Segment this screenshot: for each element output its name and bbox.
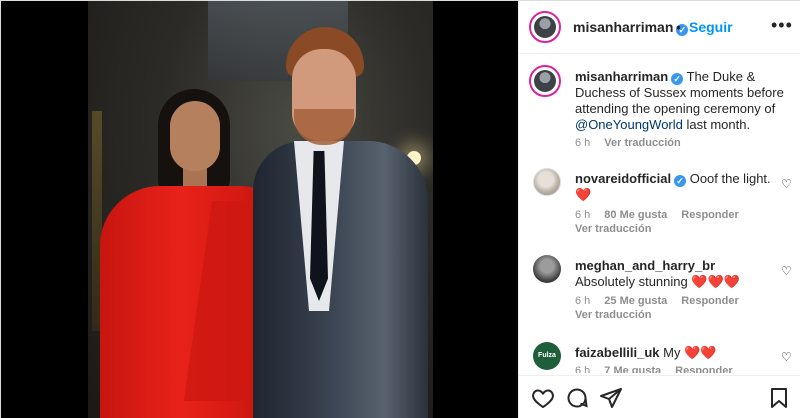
post-header: misanharriman ✓ • Seguir •••	[519, 1, 800, 54]
comment-likes[interactable]: 80 Me gusta	[604, 209, 667, 221]
comment-avatar[interactable]	[533, 168, 561, 196]
caption-mention-link[interactable]: @OneYoungWorld	[575, 117, 683, 132]
photo-scene	[88, 1, 433, 418]
like-comment-icon[interactable]: ♡	[781, 264, 793, 278]
woman-face	[170, 101, 220, 171]
translate-link[interactable]: Ver traducción	[575, 309, 651, 321]
header-avatar[interactable]	[529, 11, 561, 43]
comment-meta: 6 h 80 Me gusta Responder	[575, 209, 753, 221]
caption-avatar[interactable]	[529, 65, 561, 97]
comment-time[interactable]: 6 h	[575, 209, 590, 221]
header-username-text[interactable]: misanharriman	[573, 19, 673, 35]
comment-username[interactable]: faizabellili_uk	[575, 345, 660, 360]
instagram-post-frame: misanharriman ✓ • Seguir ••• misanharrima…	[0, 0, 800, 418]
comment-translate: Ver traducción	[575, 309, 665, 321]
like-comment-icon[interactable]: ♡	[781, 177, 793, 191]
caption-body-end: last month.	[682, 117, 751, 132]
comment-text: meghan_and_harry_br Absolutely stunning …	[575, 258, 775, 290]
comment-icon[interactable]	[565, 386, 589, 410]
heart-icon[interactable]	[531, 386, 555, 410]
header-username[interactable]: misanharriman ✓	[573, 19, 689, 36]
verified-badge-icon: ✓	[671, 73, 684, 85]
reply-button[interactable]: Responder	[681, 209, 738, 221]
header-separator: •	[676, 19, 681, 35]
man-suit	[253, 141, 428, 418]
share-icon[interactable]	[599, 386, 623, 410]
caption-text: misanharriman ✓ The Duke & Duchess of Sus…	[575, 69, 785, 133]
comment-body: Ooof the light.	[689, 171, 771, 186]
comment-body: Absolutely stunning	[575, 274, 688, 289]
verified-badge-icon: ✓	[674, 175, 687, 187]
like-comment-icon[interactable]: ♡	[781, 350, 793, 364]
post-photo[interactable]	[1, 1, 518, 418]
caption-time[interactable]: 6 h	[575, 137, 590, 149]
comment-time[interactable]: 6 h	[575, 295, 590, 307]
comments-section[interactable]: misanharriman ✓ The Duke & Duchess of Sus…	[519, 55, 800, 373]
comment-time[interactable]: 6 h	[575, 365, 590, 373]
comment-body: My	[663, 345, 681, 360]
comment-text: faizabellili_uk My ❤️❤️	[575, 345, 775, 361]
comment-avatar[interactable]	[533, 255, 561, 283]
bookmark-icon[interactable]	[767, 386, 791, 410]
comment-likes[interactable]: 7 Me gusta	[604, 365, 661, 373]
comment-meta: 6 h 7 Me gusta Responder	[575, 365, 747, 373]
heart-emoji: ❤️❤️❤️	[691, 274, 740, 289]
heart-emoji: ❤️❤️	[684, 345, 717, 360]
post-side-panel: misanharriman ✓ • Seguir ••• misanharrima…	[518, 1, 800, 418]
translate-link[interactable]: Ver traducción	[575, 223, 651, 235]
comment-avatar[interactable]: Fulza	[533, 342, 561, 370]
caption-username[interactable]: misanharriman	[575, 69, 668, 84]
caption-translate-link[interactable]: Ver traducción	[604, 137, 680, 149]
heart-emoji: ❤️	[575, 187, 592, 202]
comment-translate: Ver traducción	[575, 223, 665, 235]
caption-meta: 6 h Ver traducción	[575, 137, 695, 149]
man-beard	[294, 109, 354, 145]
reply-button[interactable]: Responder	[681, 295, 738, 307]
comment-meta: 6 h 25 Me gusta Responder	[575, 295, 753, 307]
reply-button[interactable]: Responder	[675, 365, 732, 373]
follow-button[interactable]: Seguir	[689, 19, 733, 35]
comment-username[interactable]: meghan_and_harry_br	[575, 258, 715, 273]
comment-text: novareidofficial ✓ Ooof the light. ❤️	[575, 171, 775, 203]
comment-username[interactable]: novareidofficial	[575, 171, 671, 186]
post-actions-bar	[519, 375, 800, 418]
comment-likes[interactable]: 25 Me gusta	[604, 295, 667, 307]
more-options-icon[interactable]: •••	[771, 15, 793, 36]
